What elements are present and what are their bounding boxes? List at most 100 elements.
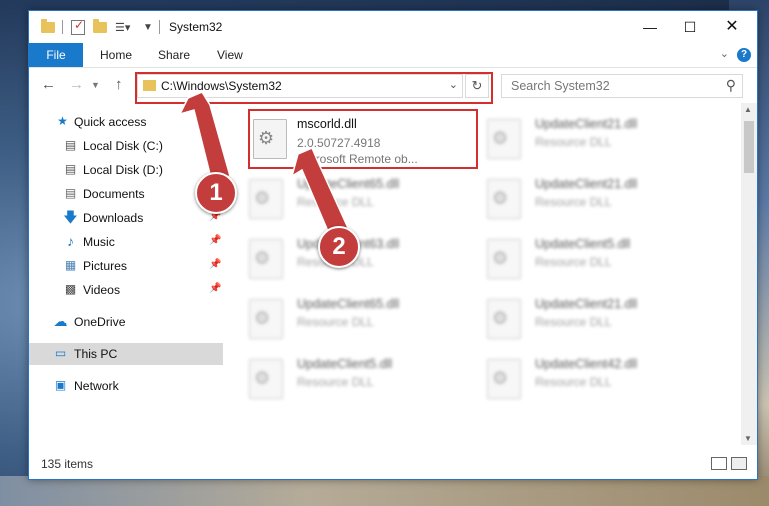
scroll-down-icon[interactable]: ▼ (744, 434, 752, 443)
sidebar-item-label: This PC (74, 347, 118, 361)
search-icon: ⚲ (725, 77, 736, 93)
window-title: System32 (169, 20, 223, 34)
sidebar-item-this-pc[interactable]: ▭ This PC (29, 343, 223, 365)
callout-2: 2 (318, 226, 360, 268)
dll-file-icon (487, 179, 521, 219)
sidebar-item-label: Local Disk (C:) (83, 139, 163, 153)
computer-icon: ▭ (54, 346, 67, 360)
file-name: UpdateClient21.dll (535, 297, 638, 311)
cloud-icon: ☁ (53, 313, 68, 329)
scroll-thumb[interactable] (744, 121, 754, 173)
tab-share[interactable]: Share (158, 43, 190, 67)
file-item[interactable]: UpdateClient42.dll Resource DLL (467, 349, 687, 405)
ribbon-tabs: File Home Share View ⌄ ? (29, 43, 757, 68)
sidebar-item-local-disk-c[interactable]: ▤ Local Disk (C:) 📌 (29, 135, 223, 157)
file-type: Resource DLL (535, 195, 612, 209)
sidebar-item-label: Documents (83, 187, 145, 201)
sidebar-item-downloads[interactable]: 🡇 Downloads 📌 (29, 207, 223, 229)
file-name: UpdateClient21.dll (535, 117, 638, 131)
pin-icon: 📌 (209, 259, 222, 270)
minimize-button[interactable]: — (631, 15, 669, 39)
file-name: UpdateClient65.dll (297, 177, 400, 191)
sidebar-item-label: Network (74, 379, 119, 393)
file-type: Resource DLL (297, 375, 374, 389)
status-bar: 135 items (29, 447, 757, 479)
sidebar-item-pictures[interactable]: ▦ Pictures 📌 (29, 255, 223, 277)
file-item[interactable]: UpdateClient5.dll Resource DLL (229, 349, 449, 405)
customize-toolbar-icon[interactable]: ☰▾ (115, 19, 130, 35)
file-item[interactable]: UpdateClient65.dll Resource DLL (229, 169, 449, 225)
tab-home[interactable]: Home (100, 43, 132, 67)
file-type: Resource DLL (297, 315, 374, 329)
desktop-background-bottom (0, 476, 769, 506)
sidebar-item-label: Pictures (83, 259, 128, 273)
sidebar-item-music[interactable]: ♪ Music 📌 (29, 231, 223, 253)
file-type: Resource DLL (535, 135, 612, 149)
search-input[interactable]: Search System32 ⚲ (501, 74, 743, 98)
dll-file-icon (487, 239, 521, 279)
toolbar-dropdown-icon[interactable]: ▼ (143, 19, 153, 35)
sidebar-item-label: Music (83, 235, 115, 249)
title-separator (159, 19, 160, 35)
file-name: UpdateClient42.dll (535, 357, 638, 371)
dll-file-icon (487, 119, 521, 159)
sidebar-item-local-disk-d[interactable]: ▤ Local Disk (D:) 📌 (29, 159, 223, 181)
sidebar-item-label: Quick access (74, 115, 147, 129)
star-icon: ★ (57, 114, 68, 128)
dll-file-icon (249, 239, 283, 279)
folder-icon[interactable] (41, 18, 55, 35)
file-item[interactable]: UpdateClient65.dll Resource DLL (229, 289, 449, 345)
dll-file-icon (487, 299, 521, 339)
tab-file[interactable]: File (29, 43, 83, 67)
search-placeholder: Search System32 (511, 79, 610, 93)
tab-view[interactable]: View (217, 43, 243, 67)
sidebar-item-label: Local Disk (D:) (83, 163, 163, 177)
callout-1: 1 (195, 172, 237, 214)
back-button[interactable]: ← (41, 76, 56, 93)
large-icons-view-icon[interactable] (731, 457, 747, 470)
sidebar-item-videos[interactable]: ▩ Videos 📌 (29, 279, 223, 301)
file-type: Resource DLL (535, 255, 612, 269)
file-type: Resource DLL (535, 315, 612, 329)
qa-separator (62, 19, 63, 35)
details-view-icon[interactable] (711, 457, 727, 470)
file-item[interactable]: UpdateClient21.dll Resource DLL (467, 109, 687, 165)
dll-file-icon (249, 299, 283, 339)
file-highlight-box (248, 109, 478, 169)
documents-icon: ▤ (64, 186, 77, 200)
sidebar-item-label: OneDrive (74, 315, 126, 329)
vertical-scrollbar[interactable]: ▲ ▼ (741, 103, 757, 445)
dll-file-icon (487, 359, 521, 399)
address-highlight-box (135, 72, 493, 104)
explorer-window: ☰▾ ▼ System32 — ☐ ✕ File Home Share View… (28, 10, 758, 480)
sidebar-item-quick-access[interactable]: ★ Quick access (29, 111, 223, 133)
close-button[interactable]: ✕ (713, 15, 751, 39)
scroll-up-icon[interactable]: ▲ (744, 105, 752, 114)
maximize-button[interactable]: ☐ (671, 15, 709, 39)
file-item[interactable]: UpdateClient5.dll Resource DLL (467, 229, 687, 285)
help-icon[interactable]: ? (737, 48, 751, 62)
pin-icon: 📌 (209, 235, 222, 246)
file-item[interactable]: UpdateClient21.dll Resource DLL (467, 289, 687, 345)
file-name: UpdateClient5.dll (297, 357, 393, 371)
videos-icon: ▩ (64, 282, 77, 296)
expand-ribbon-icon[interactable]: ⌄ (720, 47, 729, 60)
properties-icon[interactable] (71, 18, 85, 35)
sidebar-item-label: Videos (83, 283, 121, 297)
download-icon: 🡇 (63, 209, 78, 225)
file-item[interactable]: UpdateClient21.dll Resource DLL (467, 169, 687, 225)
file-name: UpdateClient65.dll (297, 297, 400, 311)
sidebar-item-onedrive[interactable]: ☁ OneDrive (29, 311, 223, 333)
forward-button[interactable]: → (69, 76, 84, 93)
sidebar-item-documents[interactable]: ▤ Documents 📌 (29, 183, 223, 205)
sidebar-item-label: Downloads (83, 211, 144, 225)
up-button[interactable]: ↑ (115, 76, 123, 93)
sidebar-item-network[interactable]: ▣ Network (29, 375, 223, 397)
new-folder-icon[interactable] (93, 18, 107, 35)
recent-locations-icon[interactable]: ▼ (91, 80, 100, 90)
navigation-pane: ★ Quick access ▤ Local Disk (C:) 📌 ▤ Loc… (29, 107, 224, 445)
drive-icon: ▤ (64, 162, 77, 176)
music-icon: ♪ (67, 233, 74, 249)
title-bar: ☰▾ ▼ System32 — ☐ ✕ (29, 11, 757, 43)
network-icon: ▣ (54, 378, 67, 392)
